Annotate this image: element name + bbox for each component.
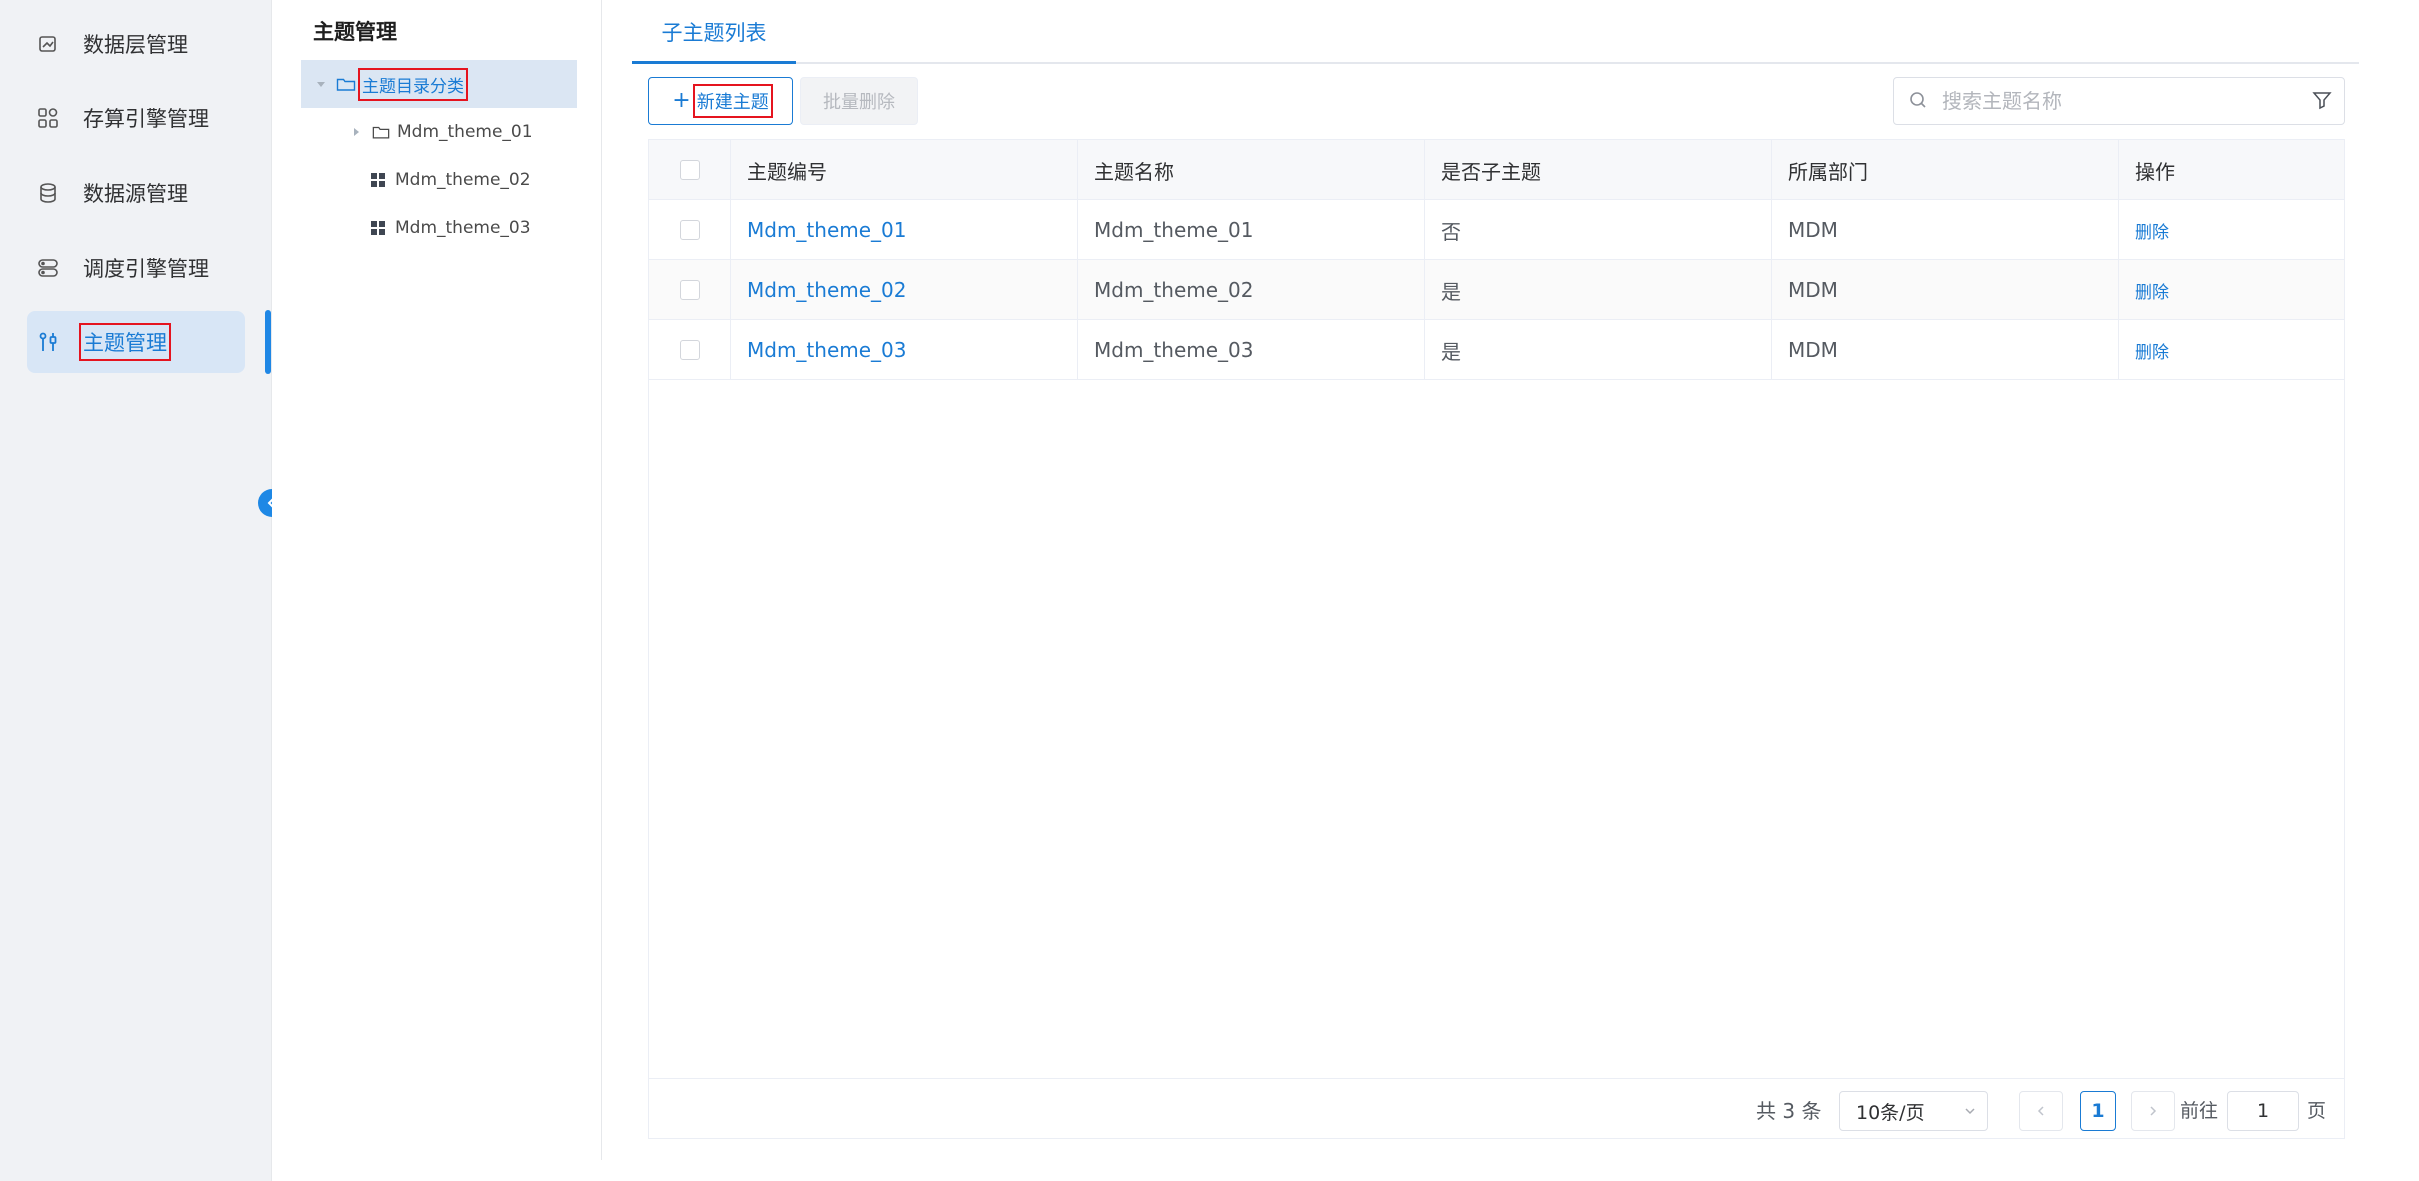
nav-item-label: 数据源管理 [83,182,188,206]
tree-node-label: Mdm_theme_03 [395,218,531,238]
search-box [1893,77,2345,125]
theme-id-link[interactable]: Mdm_theme_03 [747,338,907,362]
tree-node-root[interactable]: 主题目录分类 [301,60,577,108]
is-sub-theme: 是 [1425,260,1772,320]
search-input[interactable] [1940,88,2312,114]
theme-tree-panel: 主题管理 主题目录分类 Mdm_theme_01 Mdm_theme_02 Md… [272,0,602,1160]
next-page-button[interactable] [2131,1091,2175,1131]
caret-right-icon[interactable] [349,125,363,139]
page-size-value: 10条/页 [1856,1101,1925,1124]
nav-item-compute-engine[interactable]: 存算引擎管理 [27,87,245,149]
nav-item-theme-management[interactable]: 主题管理 [27,311,245,373]
row-checkbox[interactable] [679,340,700,360]
folder-open-icon [336,76,356,92]
column-header-name: 主题名称 [1078,140,1425,200]
chevron-left-icon [2035,1105,2047,1117]
prev-page-button[interactable] [2019,1091,2063,1131]
nav-item-label: 存算引擎管理 [83,107,209,131]
tree-node-label: 主题目录分类 [358,67,468,101]
main-content: 子主题列表 + 新建主题 批量删除 主题编号 主题名称 是否子主题 所属部门 操… [602,0,2419,1181]
nav-item-data-layer[interactable]: 数据层管理 [27,13,245,75]
department: MDM [1772,200,2119,260]
tab-label: 子主题列表 [661,21,767,45]
nav-item-label: 主题管理 [79,323,171,361]
theme-table: 主题编号 主题名称 是否子主题 所属部门 操作 Mdm_theme_01 Mdm… [648,139,2345,1139]
folder-icon [371,124,391,140]
server-icon [35,255,61,281]
theme-name: Mdm_theme_01 [1078,200,1425,260]
row-checkbox[interactable] [679,220,700,240]
delete-link[interactable]: 删除 [2135,278,2169,303]
page-suffix: 页 [2307,1099,2327,1122]
new-theme-button[interactable]: + 新建主题 [648,77,793,125]
table-header-row: 主题编号 主题名称 是否子主题 所属部门 操作 [649,140,2344,200]
batch-delete-button[interactable]: 批量删除 [800,77,918,125]
tree-node-label: Mdm_theme_01 [397,122,533,142]
tree-node-label: Mdm_theme_02 [395,170,531,190]
tree-panel-title: 主题管理 [313,20,397,44]
left-nav: 数据层管理 存算引擎管理 数据源管理 调度引擎管理 主题管理 [0,0,272,1181]
row-checkbox[interactable] [679,280,700,300]
tools-icon [35,329,61,355]
active-indicator [265,310,271,374]
is-sub-theme: 否 [1425,200,1772,260]
theme-id-link[interactable]: Mdm_theme_01 [747,218,907,242]
goto-label: 前往 [2180,1099,2219,1122]
chevron-down-icon [1963,1104,1977,1118]
column-header-is-sub: 是否子主题 [1425,140,1772,200]
batch-delete-label: 批量删除 [823,92,895,113]
tab-sub-theme-list[interactable]: 子主题列表 [632,0,796,64]
table-row: Mdm_theme_01 Mdm_theme_01 否 MDM 删除 [649,200,2344,260]
page-number-button[interactable]: 1 [2080,1091,2116,1131]
tab-active-underline [632,61,796,64]
grid-icon [371,221,385,235]
nav-item-scheduler[interactable]: 调度引擎管理 [27,237,245,299]
chevron-right-icon [2147,1105,2159,1117]
tree-node-theme-01[interactable]: Mdm_theme_01 [349,120,533,144]
caret-down-icon[interactable] [314,77,328,91]
delete-link[interactable]: 删除 [2135,218,2169,243]
page-size-select[interactable]: 10条/页 [1839,1091,1988,1131]
theme-name: Mdm_theme_03 [1078,320,1425,380]
theme-name: Mdm_theme_02 [1078,260,1425,320]
grid-icon [371,173,385,187]
total-count: 共 3 条 [1756,1098,1822,1123]
table-row: Mdm_theme_03 Mdm_theme_03 是 MDM 删除 [649,320,2344,380]
plus-icon: + [672,88,691,113]
pagination: 共 3 条 10条/页 1 前往 页 [649,1078,2344,1138]
goto-page-input[interactable] [2227,1091,2299,1131]
new-theme-label: 新建主题 [692,84,773,118]
column-header-action: 操作 [2135,159,2175,184]
filter-icon[interactable] [2312,90,2334,112]
layers-icon [35,31,61,57]
nav-item-data-source[interactable]: 数据源管理 [27,162,245,224]
column-header-id: 主题编号 [731,140,1078,200]
search-icon [1908,90,1930,112]
grid-apps-icon [35,105,61,131]
nav-item-label: 调度引擎管理 [83,257,209,281]
delete-link[interactable]: 删除 [2135,338,2169,363]
tree-node-theme-02[interactable]: Mdm_theme_02 [371,168,531,192]
department: MDM [1772,260,2119,320]
select-all-checkbox[interactable] [679,160,700,180]
column-header-dept: 所属部门 [1772,140,2119,200]
tab-bar: 子主题列表 [632,0,2359,64]
is-sub-theme: 是 [1425,320,1772,380]
theme-id-link[interactable]: Mdm_theme_02 [747,278,907,302]
table-row: Mdm_theme_02 Mdm_theme_02 是 MDM 删除 [649,260,2344,320]
nav-item-label: 数据层管理 [83,33,188,57]
department: MDM [1772,320,2119,380]
tree-node-theme-03[interactable]: Mdm_theme_03 [371,216,531,240]
database-icon [35,180,61,206]
